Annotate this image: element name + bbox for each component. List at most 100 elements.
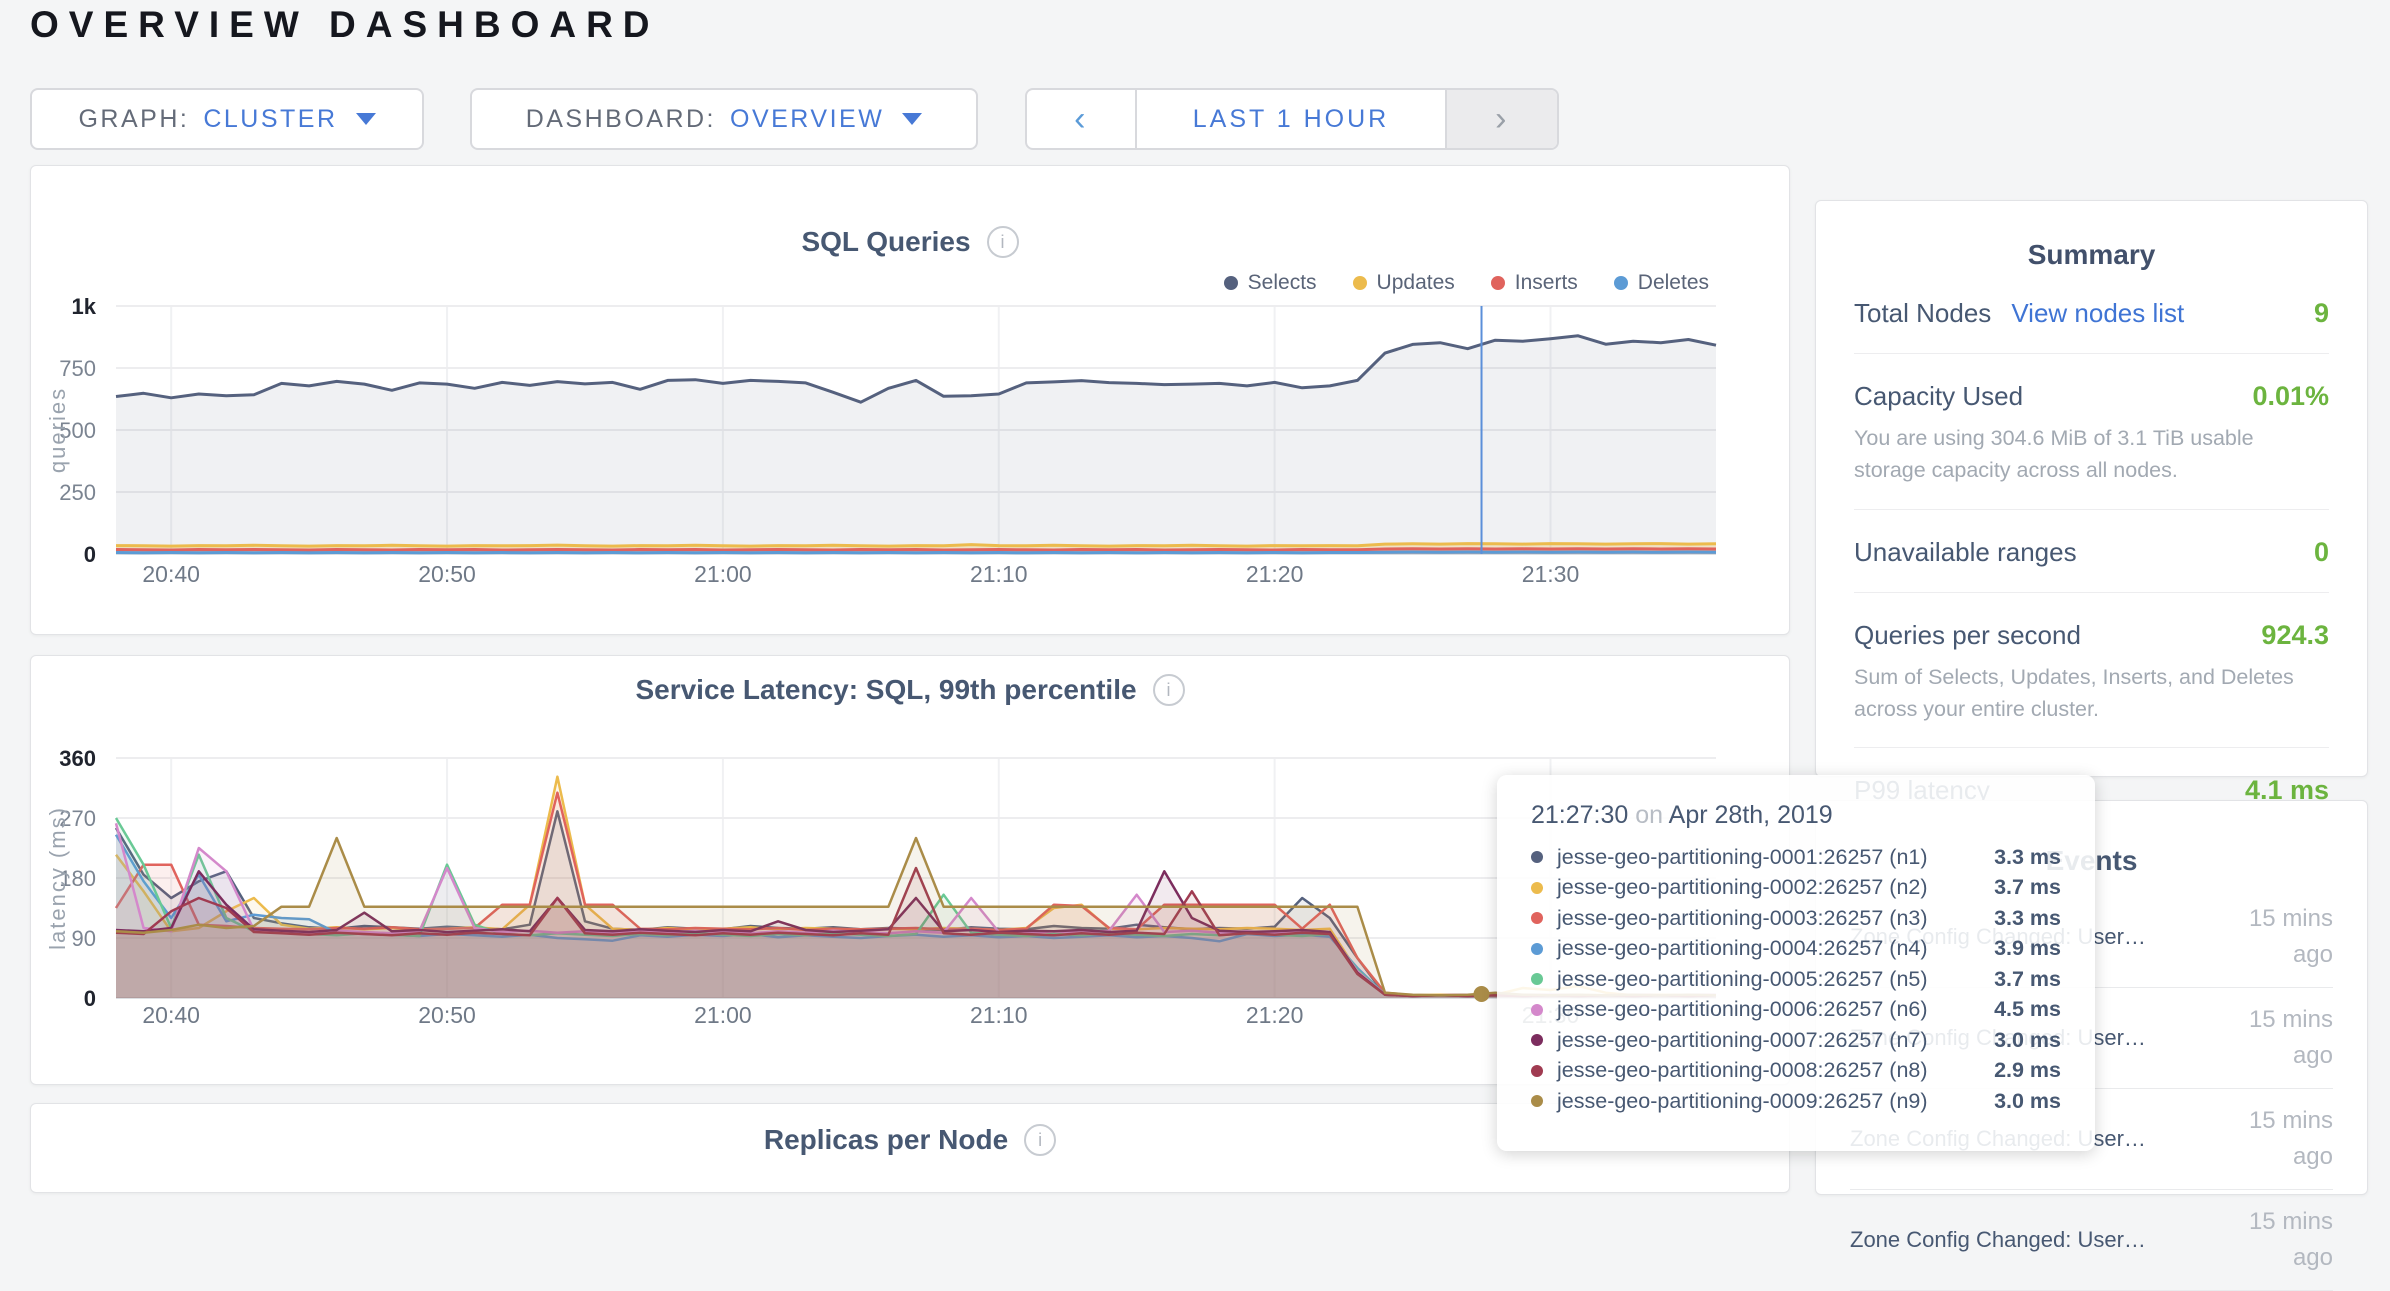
queries-per-second-value: 924.3 — [2261, 620, 2329, 651]
tooltip-row: jesse-geo-partitioning-0009:26257 (n9) 3… — [1531, 1086, 2061, 1117]
unavailable-ranges-value: 0 — [2314, 537, 2329, 568]
tooltip-row: jesse-geo-partitioning-0002:26257 (n2) 3… — [1531, 873, 2061, 904]
svg-text:21:10: 21:10 — [970, 1002, 1028, 1028]
capacity-used-value: 0.01% — [2252, 381, 2329, 412]
svg-text:latency (ms): latency (ms) — [45, 806, 70, 950]
series-dot-icon — [1531, 973, 1543, 985]
graph-dropdown[interactable]: GRAPH: CLUSTER — [30, 88, 424, 150]
info-icon[interactable] — [1024, 1124, 1056, 1156]
svg-text:20:40: 20:40 — [142, 1002, 200, 1028]
series-dot-icon — [1531, 851, 1543, 863]
tooltip-row: jesse-geo-partitioning-0001:26257 (n1) 3… — [1531, 842, 2061, 873]
tooltip-node-name: jesse-geo-partitioning-0002:26257 (n2) — [1557, 875, 1928, 900]
page-title: OVERVIEW DASHBOARD — [30, 4, 660, 46]
tooltip-row: jesse-geo-partitioning-0003:26257 (n3) 3… — [1531, 903, 2061, 934]
svg-text:20:50: 20:50 — [418, 1002, 476, 1028]
tooltip-row: jesse-geo-partitioning-0008:26257 (n8) 2… — [1531, 1056, 2061, 1087]
capacity-used-label: Capacity Used — [1854, 381, 2023, 412]
tooltip-timestamp: 21:27:30 on Apr 28th, 2019 — [1531, 801, 2061, 830]
summary-row-unavailable: Unavailable ranges 0 — [1854, 510, 2329, 568]
summary-title: Summary — [1854, 239, 2329, 271]
total-nodes-value: 9 — [2314, 298, 2329, 329]
svg-text:21:00: 21:00 — [694, 1002, 752, 1028]
series-dot-icon — [1531, 1004, 1543, 1016]
summary-row-capacity: Capacity Used 0.01% — [1854, 354, 2329, 412]
tooltip-node-value: 3.0 ms — [1994, 1028, 2061, 1053]
tooltip-node-value: 3.3 ms — [1994, 906, 2061, 931]
view-nodes-list-link[interactable]: View nodes list — [2011, 298, 2184, 329]
chevron-down-icon — [356, 113, 376, 125]
tooltip-node-value: 3.0 ms — [1994, 1089, 2061, 1114]
tooltip-node-name: jesse-geo-partitioning-0008:26257 (n8) — [1557, 1058, 1928, 1083]
svg-text:21:20: 21:20 — [1246, 1002, 1304, 1028]
graph-dropdown-value: CLUSTER — [203, 105, 337, 134]
svg-text:21:00: 21:00 — [694, 561, 752, 587]
svg-text:20:40: 20:40 — [142, 561, 200, 587]
tooltip-row: jesse-geo-partitioning-0007:26257 (n7) 3… — [1531, 1025, 2061, 1056]
svg-text:21:10: 21:10 — [970, 561, 1028, 587]
tooltip-time: 21:27:30 — [1531, 801, 1628, 829]
dashboard-dropdown[interactable]: DASHBOARD: OVERVIEW — [470, 88, 978, 150]
tooltip-node-value: 4.5 ms — [1994, 997, 2061, 1022]
time-range-prev-button[interactable]: ‹ — [1027, 90, 1137, 148]
tooltip-node-value: 3.7 ms — [1994, 967, 2061, 992]
svg-text:0: 0 — [84, 986, 96, 1011]
series-dot-icon — [1531, 1034, 1543, 1046]
time-range-selector: ‹ LAST 1 HOUR › — [1025, 88, 1559, 150]
tooltip-node-name: jesse-geo-partitioning-0006:26257 (n6) — [1557, 997, 1928, 1022]
event-time: 15 mins ago — [2203, 1204, 2333, 1276]
series-dot-icon — [1531, 1095, 1543, 1107]
tooltip-node-value: 3.7 ms — [1994, 875, 2061, 900]
summary-panel: Summary Total Nodes View nodes list 9 Ca… — [1815, 200, 2368, 777]
sql-queries-card: SQL Queries Selects Updates Inserts Dele… — [30, 165, 1790, 635]
tooltip-rows: jesse-geo-partitioning-0001:26257 (n1) 3… — [1531, 842, 2061, 1117]
summary-row-total-nodes: Total Nodes View nodes list 9 — [1854, 271, 2329, 329]
event-text: Zone Config Changed: User… — [1850, 1227, 2146, 1253]
series-dot-icon — [1531, 943, 1543, 955]
tooltip-node-value: 3.9 ms — [1994, 936, 2061, 961]
svg-text:750: 750 — [59, 356, 96, 381]
chevron-right-icon: › — [1495, 100, 1509, 139]
tooltip-node-value: 3.3 ms — [1994, 845, 2061, 870]
event-time: 15 mins ago — [2203, 901, 2333, 973]
series-dot-icon — [1531, 882, 1543, 894]
event-row: Zone Config Changed: User… 15 mins ago — [1850, 1190, 2333, 1291]
svg-text:21:20: 21:20 — [1246, 561, 1304, 587]
queries-per-second-caption: Sum of Selects, Updates, Inserts, and De… — [1854, 661, 2329, 726]
dashboard-dropdown-value: OVERVIEW — [730, 105, 884, 134]
capacity-used-caption: You are using 304.6 MiB of 3.1 TiB usabl… — [1854, 422, 2329, 487]
tooltip-on: on — [1635, 801, 1663, 829]
unavailable-ranges-label: Unavailable ranges — [1854, 537, 2077, 568]
tooltip-row: jesse-geo-partitioning-0005:26257 (n5) 3… — [1531, 964, 2061, 995]
event-time: 15 mins ago — [2203, 1103, 2333, 1175]
svg-text:0: 0 — [84, 542, 96, 567]
svg-text:1k: 1k — [72, 294, 97, 319]
series-dot-icon — [1531, 1065, 1543, 1077]
svg-text:20:50: 20:50 — [418, 561, 476, 587]
tooltip-node-name: jesse-geo-partitioning-0005:26257 (n5) — [1557, 967, 1928, 992]
sql-queries-chart[interactable]: 20:4020:5021:0021:1021:2021:300250500750… — [31, 166, 1789, 634]
tooltip-node-name: jesse-geo-partitioning-0007:26257 (n7) — [1557, 1028, 1928, 1053]
total-nodes-label: Total Nodes — [1854, 298, 1991, 329]
tooltip-row: jesse-geo-partitioning-0006:26257 (n6) 4… — [1531, 995, 2061, 1026]
svg-text:queries: queries — [45, 387, 70, 473]
chevron-down-icon — [902, 113, 922, 125]
tooltip-node-value: 2.9 ms — [1994, 1058, 2061, 1083]
graph-dropdown-label: GRAPH: — [78, 105, 189, 134]
svg-text:21:30: 21:30 — [1522, 561, 1580, 587]
queries-per-second-label: Queries per second — [1854, 620, 2081, 651]
tooltip-node-name: jesse-geo-partitioning-0009:26257 (n9) — [1557, 1089, 1928, 1114]
time-range-value[interactable]: LAST 1 HOUR — [1137, 90, 1445, 148]
tooltip-node-name: jesse-geo-partitioning-0001:26257 (n1) — [1557, 845, 1928, 870]
tooltip-row: jesse-geo-partitioning-0004:26257 (n4) 3… — [1531, 934, 2061, 965]
summary-row-qps: Queries per second 924.3 — [1854, 593, 2329, 651]
chart-hover-tooltip: 21:27:30 on Apr 28th, 2019 jesse-geo-par… — [1497, 775, 2095, 1151]
tooltip-date: Apr 28th, 2019 — [1669, 801, 1833, 829]
chevron-left-icon: ‹ — [1074, 100, 1088, 139]
dashboard-dropdown-label: DASHBOARD: — [526, 105, 716, 134]
replicas-per-node-title-text: Replicas per Node — [764, 1124, 1008, 1156]
tooltip-node-name: jesse-geo-partitioning-0004:26257 (n4) — [1557, 936, 1928, 961]
event-time: 15 mins ago — [2203, 1002, 2333, 1074]
tooltip-node-name: jesse-geo-partitioning-0003:26257 (n3) — [1557, 906, 1928, 931]
time-range-next-button[interactable]: › — [1445, 90, 1557, 148]
